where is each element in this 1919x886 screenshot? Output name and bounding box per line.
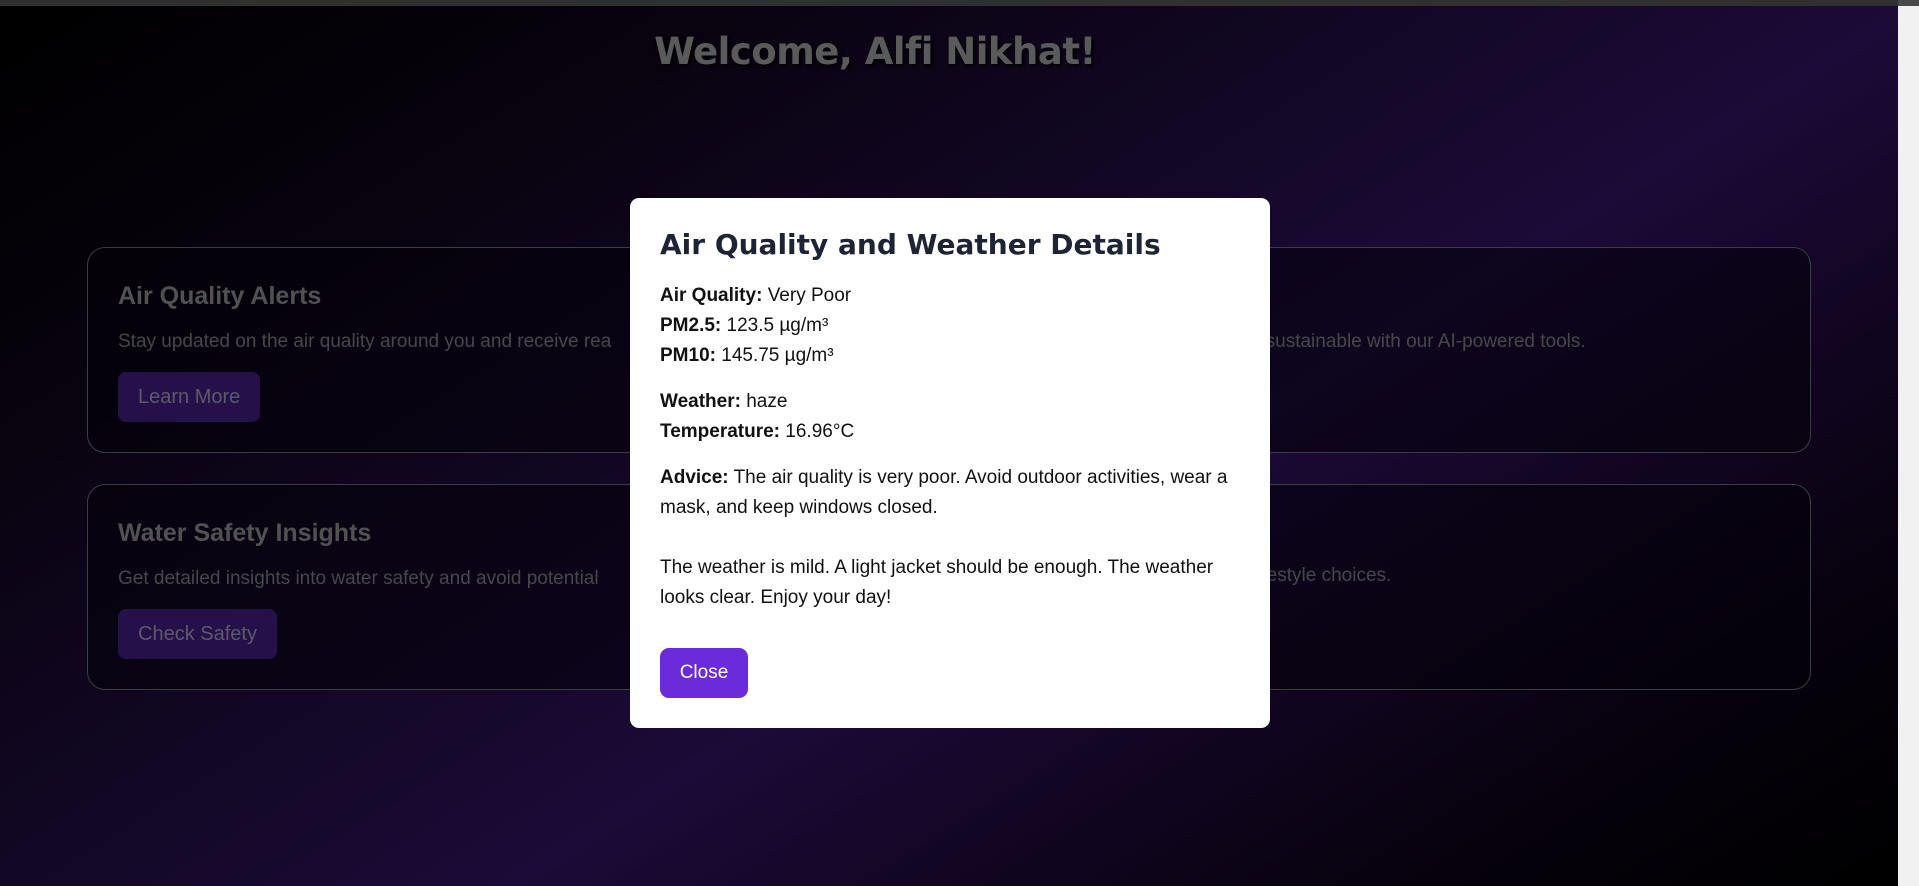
air-quality-label: Air Quality:: [660, 285, 763, 306]
weather-advice-text: The weather is mild. A light jacket shou…: [660, 557, 1214, 608]
weather-value: haze: [746, 391, 788, 412]
advice-block: Advice: The air quality is very poor. Av…: [660, 463, 1240, 523]
pm10-label: PM10:: [660, 345, 716, 366]
air-quality-value: Very Poor: [767, 285, 852, 306]
details-modal: Air Quality and Weather Details Air Qual…: [630, 198, 1270, 728]
pm10-value: 145.75 µg/m³: [721, 345, 834, 366]
close-button[interactable]: Close: [660, 648, 748, 698]
temperature-label: Temperature:: [660, 421, 781, 442]
scrollbar[interactable]: [1898, 6, 1919, 886]
temperature-value: 16.96°C: [785, 421, 855, 442]
weather-label: Weather:: [660, 391, 741, 412]
advice-text: The air quality is very poor. Avoid outd…: [660, 467, 1228, 518]
pm25-label: PM2.5:: [660, 315, 722, 336]
modal-title: Air Quality and Weather Details: [660, 228, 1161, 261]
air-quality-block: Air Quality: Very Poor PM2.5: 123.5 µg/m…: [660, 281, 1240, 371]
advice-label: Advice:: [660, 467, 729, 488]
pm25-value: 123.5 µg/m³: [726, 315, 829, 336]
weather-block: Weather: haze Temperature: 16.96°C: [660, 387, 1240, 447]
